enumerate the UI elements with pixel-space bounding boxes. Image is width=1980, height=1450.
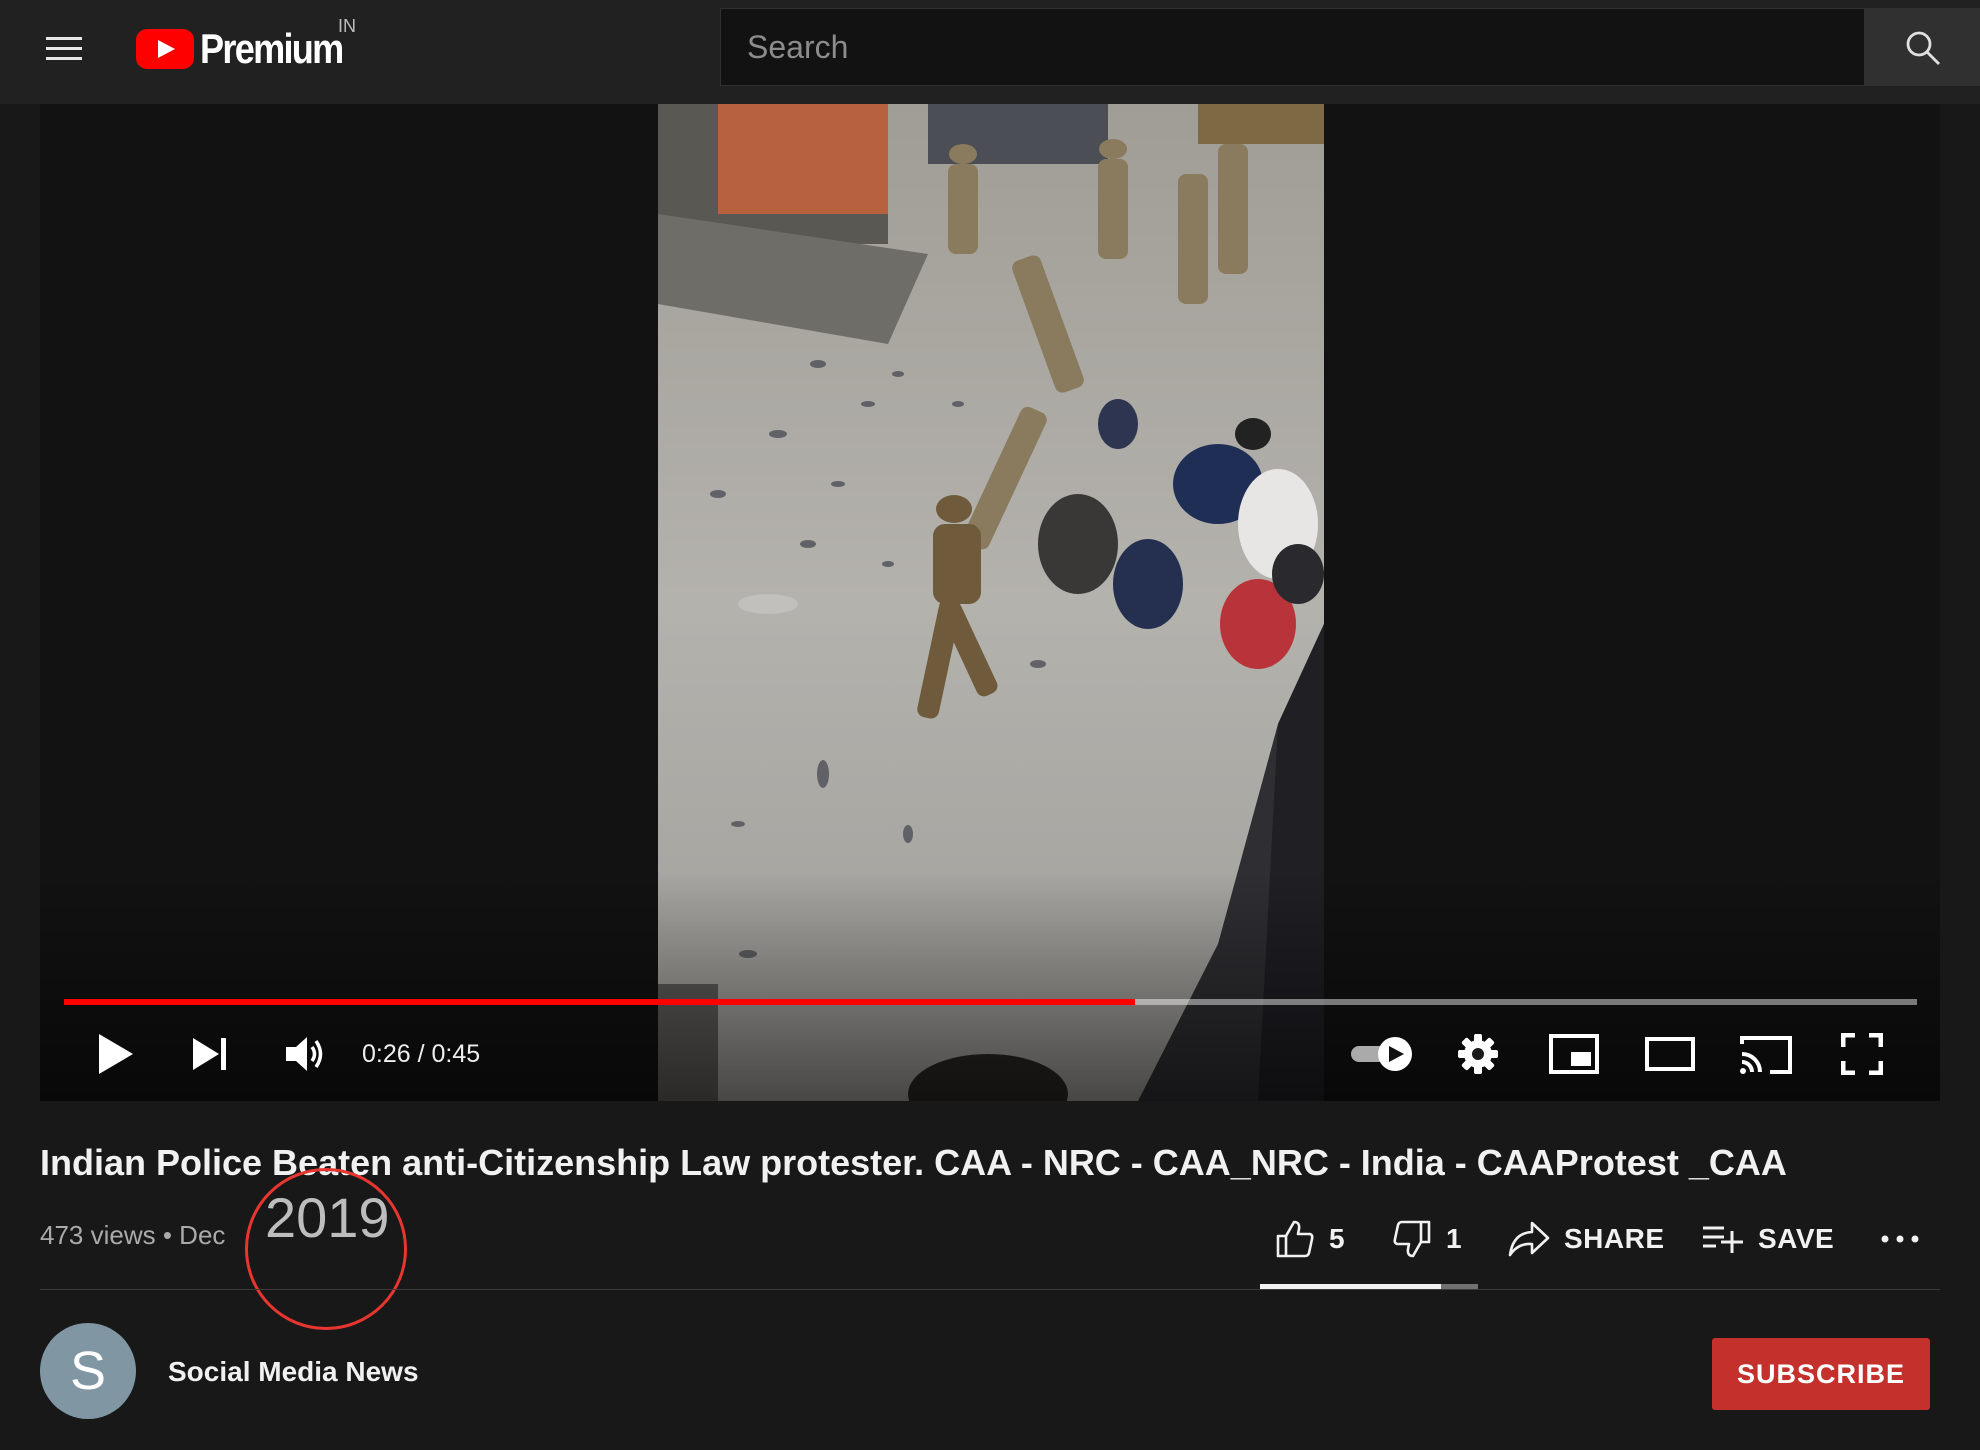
dislike-count: 1	[1446, 1223, 1463, 1254]
channel-name[interactable]: Social Media News	[168, 1356, 419, 1388]
fullscreen-button[interactable]	[1827, 1024, 1897, 1084]
like-count: 5	[1329, 1223, 1346, 1254]
progress-played	[64, 999, 1136, 1005]
video-still-image	[658, 104, 1324, 1101]
subscribe-button[interactable]: SUBSCRIBE	[1712, 1338, 1930, 1410]
time-display: 0:26 / 0:45	[362, 1040, 481, 1068]
youtube-play-logo-icon	[136, 29, 194, 69]
more-horizontal-icon	[1881, 1235, 1919, 1243]
share-button[interactable]: SHARE	[1508, 1212, 1665, 1266]
autoplay-toggle-icon	[1351, 1037, 1412, 1071]
search-button[interactable]	[1865, 8, 1980, 86]
like-button[interactable]: 5	[1275, 1212, 1345, 1266]
autoplay-toggle[interactable]	[1347, 1024, 1417, 1084]
progress-bar[interactable]	[64, 999, 1917, 1005]
settings-button[interactable]	[1443, 1024, 1513, 1084]
youtube-premium-logo[interactable]: Premium	[136, 25, 366, 72]
search-icon	[1906, 31, 1940, 65]
video-frame[interactable]	[658, 104, 1324, 1101]
more-actions-button[interactable]	[1880, 1212, 1920, 1266]
hamburger-menu-icon[interactable]	[40, 28, 88, 68]
search-box	[720, 8, 1865, 86]
play-icon	[99, 1034, 133, 1074]
theater-mode-icon	[1645, 1037, 1695, 1071]
save-button[interactable]: SAVE	[1702, 1212, 1834, 1266]
next-button[interactable]	[175, 1024, 245, 1084]
channel-avatar[interactable]: S	[40, 1323, 136, 1419]
top-bar: Premium IN	[0, 0, 1980, 104]
cast-icon	[1740, 1036, 1792, 1074]
cast-button[interactable]	[1731, 1024, 1801, 1084]
logo-text: Premium	[200, 25, 344, 72]
gear-icon	[1458, 1034, 1498, 1074]
save-label: SAVE	[1758, 1223, 1835, 1254]
skip-next-icon	[193, 1038, 226, 1070]
video-meta: 473 views • Dec	[40, 1220, 226, 1250]
thumbs-up-icon	[1276, 1220, 1314, 1258]
fullscreen-icon	[1841, 1033, 1883, 1075]
miniplayer-button[interactable]	[1539, 1024, 1609, 1084]
video-player[interactable]: 0:26 / 0:45	[40, 104, 1940, 1101]
thumbs-down-icon	[1393, 1220, 1431, 1258]
playlist-add-icon	[1703, 1226, 1743, 1253]
region-code: IN	[338, 16, 356, 36]
volume-button[interactable]	[270, 1024, 340, 1084]
divider	[40, 1289, 1940, 1290]
volume-icon	[286, 1037, 323, 1071]
search-input[interactable]	[721, 9, 1864, 85]
share-label: SHARE	[1564, 1223, 1665, 1254]
dislike-button[interactable]: 1	[1392, 1212, 1462, 1266]
theater-mode-button[interactable]	[1635, 1024, 1705, 1084]
miniplayer-icon	[1549, 1034, 1599, 1074]
share-arrow-icon	[1508, 1221, 1550, 1257]
play-button[interactable]	[80, 1024, 150, 1084]
annotation-circle	[245, 1168, 407, 1330]
